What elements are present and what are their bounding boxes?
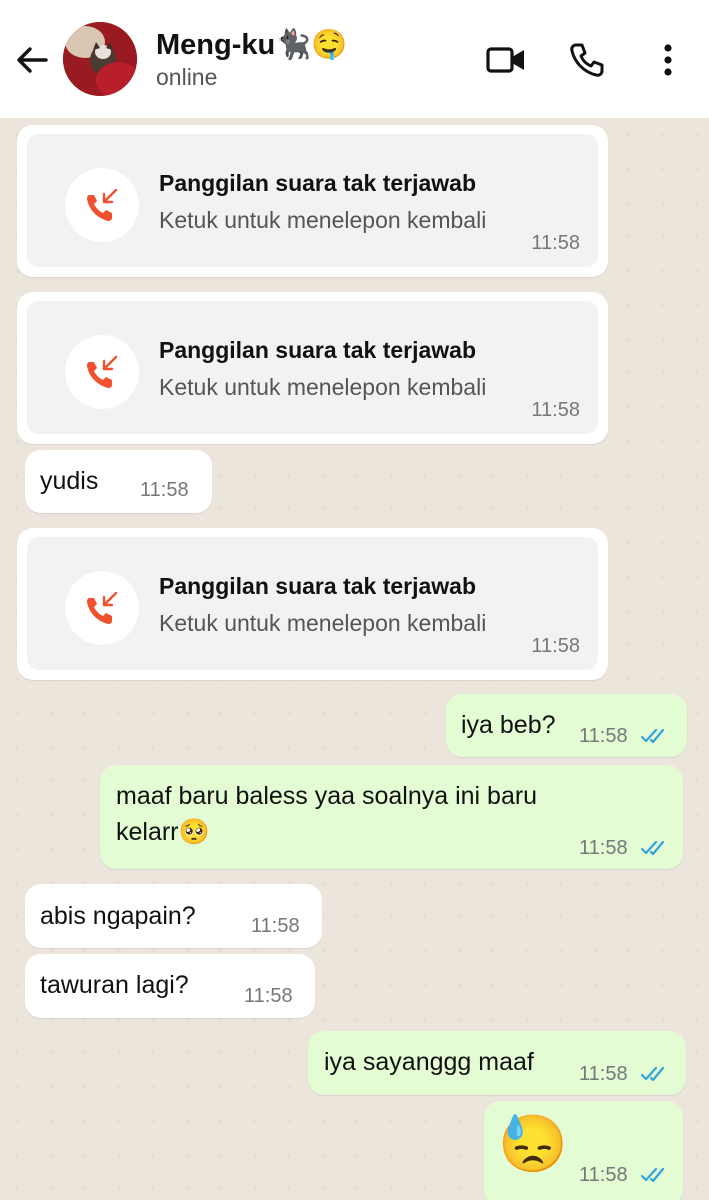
incoming-message[interactable]: yudis 11:58 [25, 450, 212, 513]
message-text: yudis [40, 467, 99, 495]
outgoing-message[interactable]: maaf baru baless yaa soalnya ini baru ke… [100, 765, 683, 869]
phone-icon[interactable] [567, 40, 607, 80]
message-text: iya sayanggg maaf [324, 1048, 534, 1076]
missed-call-card[interactable]: Panggilan suara tak terjawab Ketuk untuk… [27, 301, 598, 434]
video-call-icon[interactable] [486, 40, 526, 80]
contact-status: online [156, 64, 218, 90]
missed-call-title: Panggilan suara tak terjawab [159, 573, 477, 599]
incoming-message[interactable]: tawuran lagi? 11:58 [25, 954, 315, 1018]
double-check-icon [640, 1167, 669, 1183]
outgoing-message[interactable]: 😓 11:58 [484, 1101, 683, 1200]
missed-call-subtitle: Ketuk untuk menelepon kembali [159, 207, 487, 233]
incoming-message[interactable]: abis ngapain? 11:58 [25, 884, 322, 948]
message-text-line-2: kelarr🥺 [116, 818, 210, 846]
missed-call-message[interactable]: Panggilan suara tak terjawab Ketuk untuk… [17, 528, 608, 680]
double-check-icon [640, 728, 669, 744]
back-arrow-icon[interactable] [12, 40, 52, 80]
message-time: 11:58 [140, 479, 189, 501]
message-text-line-1: maaf baru baless yaa soalnya ini baru [116, 782, 538, 810]
contact-name[interactable]: Meng-ku🐈‍⬛🤤 [156, 28, 347, 62]
message-time: 11:58 [579, 1164, 628, 1186]
message-text: abis ngapain? [40, 902, 196, 930]
message-time: 11:58 [531, 232, 580, 254]
missed-call-icon [65, 168, 139, 242]
missed-call-icon [65, 571, 139, 645]
missed-call-icon [65, 335, 139, 409]
message-time: 11:58 [579, 837, 628, 859]
message-emoji: 😓 [498, 1112, 568, 1175]
message-time: 11:58 [531, 635, 580, 657]
missed-call-message[interactable]: Panggilan suara tak terjawab Ketuk untuk… [17, 292, 608, 444]
missed-call-card[interactable]: Panggilan suara tak terjawab Ketuk untuk… [27, 537, 598, 670]
message-time: 11:58 [531, 399, 580, 421]
missed-call-card[interactable]: Panggilan suara tak terjawab Ketuk untuk… [27, 134, 598, 267]
outgoing-message[interactable]: iya sayanggg maaf 11:58 [308, 1031, 686, 1095]
message-time: 11:58 [244, 985, 293, 1007]
chat-header: Meng-ku🐈‍⬛🤤 online [0, 0, 709, 118]
message-time: 11:58 [579, 1063, 628, 1085]
missed-call-subtitle: Ketuk untuk menelepon kembali [159, 374, 487, 400]
missed-call-subtitle: Ketuk untuk menelepon kembali [159, 610, 487, 636]
message-time: 11:58 [251, 915, 300, 937]
missed-call-message[interactable]: Panggilan suara tak terjawab Ketuk untuk… [17, 125, 608, 277]
missed-call-title: Panggilan suara tak terjawab [159, 337, 477, 363]
message-time: 11:58 [579, 725, 628, 747]
message-text: iya beb? [461, 711, 556, 739]
missed-call-title: Panggilan suara tak terjawab [159, 170, 477, 196]
double-check-icon [640, 1066, 669, 1082]
more-vert-icon[interactable] [648, 40, 688, 80]
message-text: tawuran lagi? [40, 971, 189, 999]
outgoing-message[interactable]: iya beb? 11:58 [446, 694, 687, 757]
avatar[interactable] [63, 22, 137, 96]
chat-area[interactable]: Panggilan suara tak terjawab Ketuk untuk… [0, 118, 709, 1200]
double-check-icon [640, 840, 669, 856]
